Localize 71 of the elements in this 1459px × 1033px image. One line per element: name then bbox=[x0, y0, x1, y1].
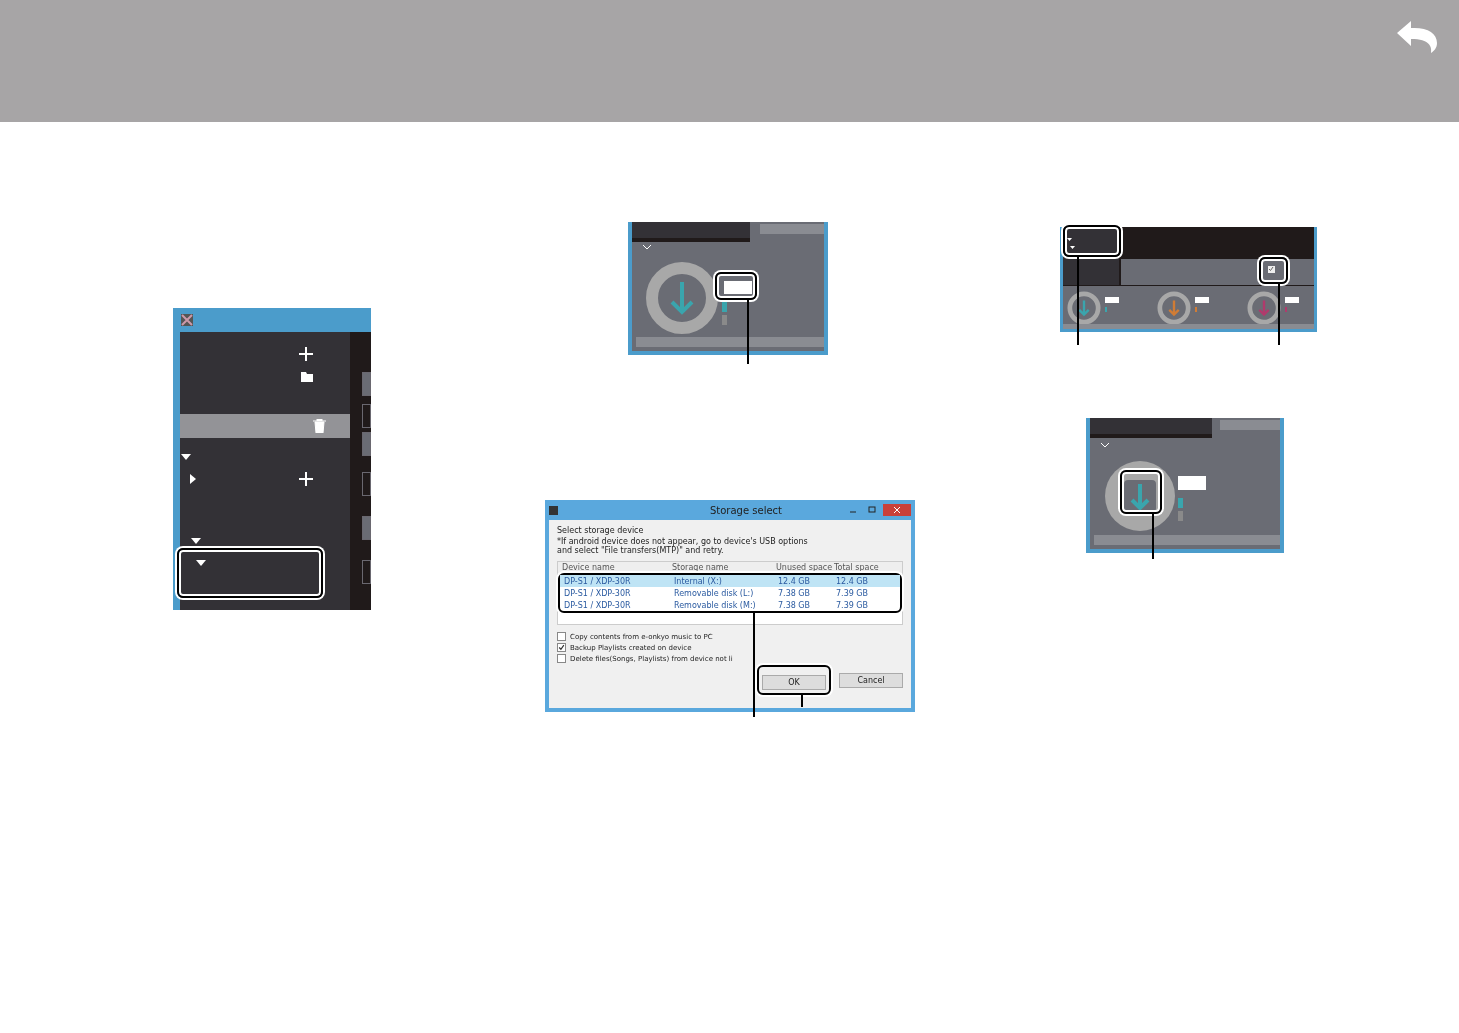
meter-bar bbox=[1178, 511, 1183, 521]
table-cell-text: Removable disk (M:) bbox=[674, 600, 757, 610]
scroll-bar[interactable] bbox=[1094, 535, 1280, 545]
folder-icon[interactable] bbox=[301, 372, 313, 382]
checkbox[interactable] bbox=[557, 643, 566, 652]
plus-icon[interactable] bbox=[299, 347, 313, 361]
checkbox[interactable] bbox=[557, 654, 566, 663]
meter-bar bbox=[1178, 498, 1183, 508]
trash-icon[interactable] bbox=[313, 419, 326, 433]
list-cell bbox=[362, 432, 371, 456]
checkbox[interactable] bbox=[1268, 266, 1275, 273]
column-header: Unused space bbox=[776, 563, 834, 572]
dialog-title: Storage select bbox=[709, 504, 782, 516]
table-cell-text: Removable disk (L:) bbox=[674, 588, 755, 598]
meter-bar bbox=[722, 315, 727, 325]
column-header: Device name bbox=[562, 563, 616, 572]
table-cell-text: 7.38 GB bbox=[778, 600, 812, 610]
callout-frame bbox=[1259, 257, 1288, 284]
table-cell-text: 12.4 GB bbox=[778, 576, 812, 586]
tab-panel bbox=[1063, 259, 1119, 285]
scroll-bar[interactable] bbox=[636, 337, 824, 347]
maximize-icon bbox=[868, 506, 876, 514]
column-header: Total space bbox=[834, 563, 880, 572]
table-row[interactable]: DP-S1 / XDP-30R Internal (X:) 12.4 GB 12.4 GB bbox=[560, 575, 900, 587]
table-cell-text: 12.4 GB bbox=[836, 576, 870, 586]
table-row[interactable]: DP-S1 / XDP-30R Removable disk (L:) 7.38 GB 7.39 GB bbox=[560, 587, 900, 599]
value-box bbox=[724, 281, 752, 294]
table-cell-text: 7.38 GB bbox=[778, 588, 812, 598]
right-triangle-icon[interactable] bbox=[188, 474, 198, 484]
close-icon bbox=[893, 506, 901, 514]
list-cell bbox=[362, 516, 371, 540]
list-cell bbox=[362, 372, 371, 396]
table-cell-text: 7.39 GB bbox=[836, 588, 870, 598]
leader-line bbox=[747, 300, 749, 364]
table-cell-text: Internal (X:) bbox=[674, 576, 723, 586]
cancel-button[interactable]: Cancel bbox=[839, 672, 903, 688]
checkbox[interactable] bbox=[557, 632, 566, 641]
value-box bbox=[1195, 297, 1209, 303]
down-triangle-icon[interactable] bbox=[181, 452, 191, 462]
chevron-icon[interactable] bbox=[1100, 442, 1110, 448]
plus-icon[interactable] bbox=[299, 472, 313, 486]
leader-line bbox=[1278, 284, 1280, 345]
meter-bar bbox=[722, 302, 727, 312]
column-header: Storage name bbox=[672, 563, 730, 572]
note-text: *If android device does not appear, go to device's USB options bbox=[557, 537, 809, 546]
scroll-bar[interactable] bbox=[1063, 324, 1314, 329]
app-icon bbox=[181, 314, 193, 326]
table-row[interactable]: DP-S1 / XDP-30R Removable disk (M:) 7.38 GB 7.39 GB bbox=[560, 599, 900, 611]
ok-button[interactable]: OK bbox=[762, 675, 826, 690]
library-row[interactable] bbox=[180, 414, 350, 438]
down-triangle-icon[interactable] bbox=[191, 536, 201, 546]
dialog-heading: Select storage device bbox=[557, 526, 645, 535]
download-icon[interactable] bbox=[1104, 460, 1176, 532]
down-triangle-icon[interactable] bbox=[196, 558, 206, 568]
table-cell-text: DP-S1 / XDP-30R bbox=[564, 588, 632, 598]
callout-frame bbox=[1120, 470, 1162, 514]
callout-frame bbox=[715, 272, 757, 300]
value-box bbox=[1285, 297, 1299, 303]
leader-line bbox=[1152, 514, 1154, 559]
close-button[interactable] bbox=[883, 504, 911, 516]
download-icon[interactable] bbox=[1247, 291, 1281, 325]
chevron-icon[interactable] bbox=[642, 244, 652, 250]
table-cell-text: DP-S1 / XDP-30R bbox=[564, 576, 632, 586]
value-box bbox=[1105, 297, 1119, 303]
table-cell-text: DP-S1 / XDP-30R bbox=[564, 600, 632, 610]
table-cell-text: 7.39 GB bbox=[836, 600, 870, 610]
value-box bbox=[1178, 476, 1206, 490]
scroll-bar[interactable] bbox=[760, 224, 824, 234]
note-text: and select "File transfers(MTP)" and retry. bbox=[557, 546, 725, 555]
app-icon bbox=[549, 505, 558, 515]
scroll-bar[interactable] bbox=[1220, 420, 1280, 430]
